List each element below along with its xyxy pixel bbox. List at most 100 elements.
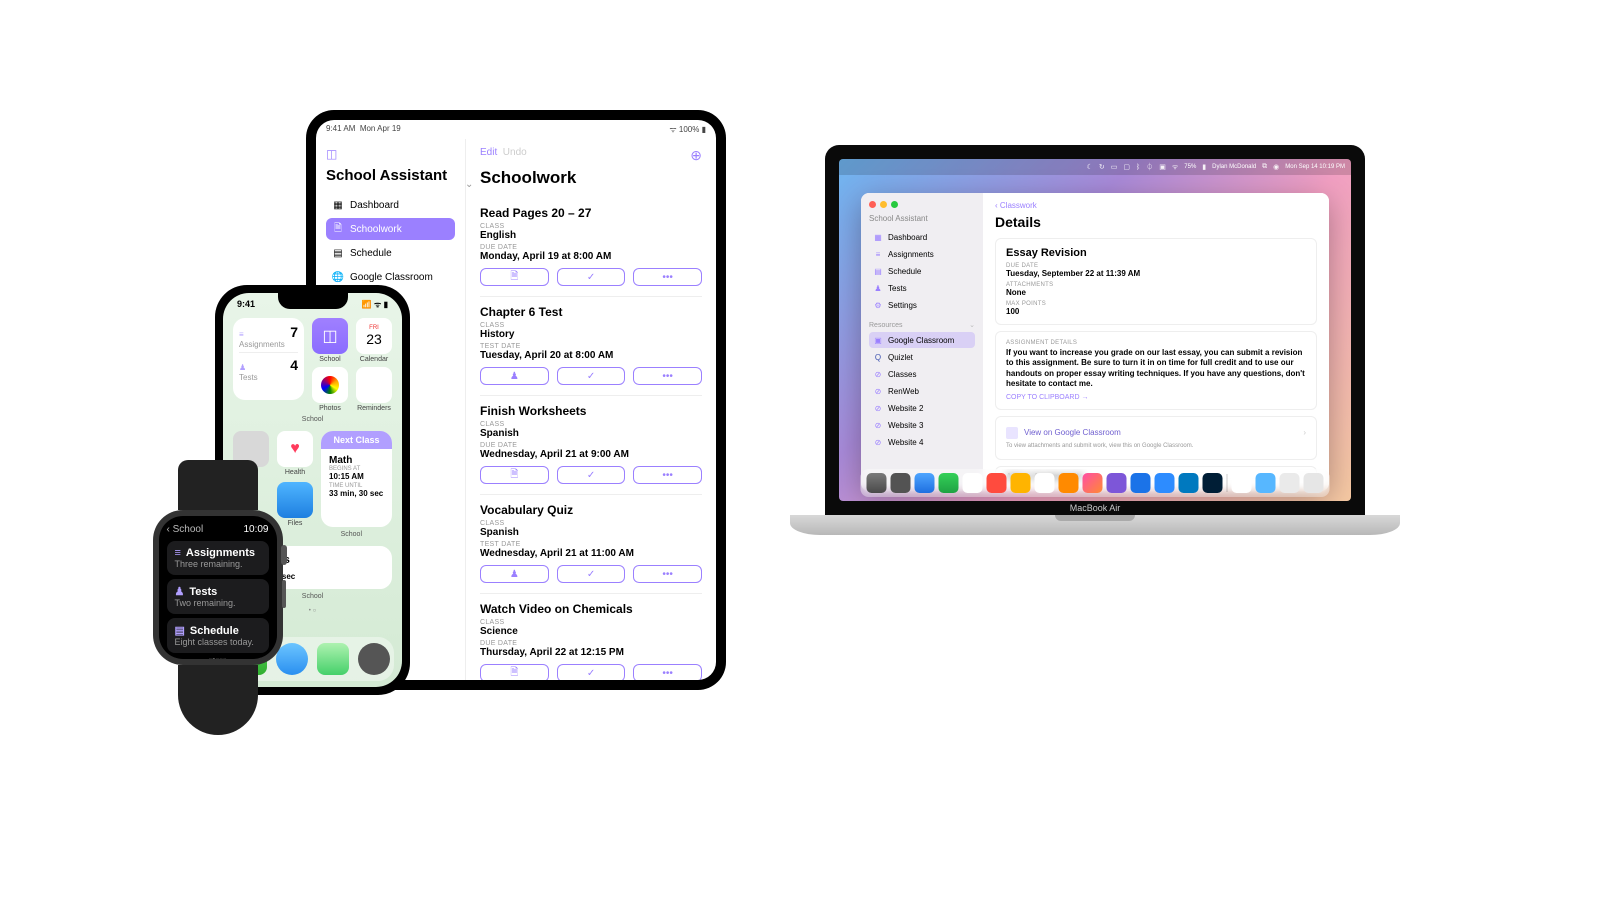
iphone-notch [278, 293, 348, 309]
ipad-app-title: School Assistant [326, 167, 455, 184]
mac-nav-schedule[interactable]: ▤Schedule [869, 263, 975, 279]
dock-app[interactable] [1035, 473, 1055, 493]
dock-app[interactable] [987, 473, 1007, 493]
task-more-button[interactable]: ••• [633, 466, 702, 484]
task-complete-button[interactable]: ✓ [557, 367, 626, 385]
task-title: Vocabulary Quiz [480, 503, 702, 517]
view-on-google-classroom[interactable]: View on Google Classroom › [1006, 423, 1306, 443]
mac-resource-renweb[interactable]: ⊘RenWeb [869, 383, 975, 399]
mac-app-title: School Assistant [869, 214, 975, 223]
calendar-app-icon[interactable]: FRI23 [356, 318, 392, 354]
mac-dock[interactable] [861, 469, 1330, 497]
task-complete-button[interactable]: ✓ [557, 664, 626, 680]
dock-safari[interactable] [915, 473, 935, 493]
battery-icon: ▮ [1202, 163, 1206, 171]
dock-app[interactable] [1280, 473, 1300, 493]
task-item[interactable]: Chapter 6 Test CLASS History TEST DATE T… [480, 296, 702, 395]
task-item[interactable]: Watch Video on Chemicals CLASS Science D… [480, 593, 702, 680]
dock-messages[interactable] [939, 473, 959, 493]
assignment-details-card: ASSIGNMENT DETAILS If you want to increa… [995, 331, 1317, 410]
photos-app-icon[interactable] [312, 367, 348, 403]
dock-app[interactable] [1131, 473, 1151, 493]
edit-button[interactable]: Edit [480, 147, 497, 158]
watch-item-assignments[interactable]: ≡AssignmentsThree remaining. [167, 541, 269, 575]
task-title: Read Pages 20 – 27 [480, 206, 702, 220]
add-button-icon[interactable]: ⊕ [690, 147, 702, 164]
ipad-main: ⌄ Edit Undo ⊕ Schoolwork Read Pages 20 –… [466, 139, 716, 680]
task-item[interactable]: Vocabulary Quiz CLASS Spanish TEST DATE … [480, 494, 702, 593]
window-controls[interactable] [869, 201, 975, 208]
mac-nav-settings[interactable]: ⚙Settings [869, 297, 975, 313]
calendar-icon: ▤ [332, 247, 344, 259]
macbook-device: ☾ ↻ ▭ ▢ ᛒ ⏀ ▣ ᯤ 75% ▮ Dylan McDonald ⧉ ◉… [790, 145, 1400, 695]
task-title: Chapter 6 Test [480, 305, 702, 319]
task-complete-button[interactable]: ✓ [557, 466, 626, 484]
breadcrumb[interactable]: ‹ Classwork [995, 201, 1317, 210]
task-complete-button[interactable]: ✓ [557, 565, 626, 583]
dock-xcode[interactable] [1107, 473, 1127, 493]
gear-icon: ⚙ [873, 300, 883, 310]
mac-sidebar: School Assistant ▦Dashboard≡Assignments▤… [861, 193, 983, 491]
task-due: Wednesday, April 21 at 11:00 AM [480, 548, 702, 559]
siri-icon: ◉ [1273, 163, 1279, 171]
chevron-down-icon[interactable]: ⌄ [969, 321, 975, 329]
assignment-details-text: If you want to increase you grade on our… [1006, 348, 1306, 390]
link-icon: ⊘ [873, 437, 883, 447]
watch-item-schedule[interactable]: ▤ScheduleEight classes today. [167, 618, 269, 653]
mac-user: Dylan McDonald [1212, 164, 1256, 170]
task-type-button[interactable]: 🗎 [480, 664, 549, 680]
sidebar-collapse-icon[interactable]: ◫ [326, 147, 337, 161]
task-item[interactable]: Read Pages 20 – 27 CLASS English DUE DAT… [480, 198, 702, 296]
mac-resource-google-classroom[interactable]: ▣Google Classroom [869, 332, 975, 348]
gc-hint: To view attachments and submit work, vie… [1006, 443, 1306, 453]
dock-settings-icon[interactable] [358, 643, 390, 675]
task-more-button[interactable]: ••• [633, 565, 702, 583]
task-type-button[interactable]: ♟ [480, 565, 549, 583]
dock-folder[interactable] [1232, 473, 1252, 493]
mac-nav-tests[interactable]: ♟Tests [869, 280, 975, 296]
task-type-button[interactable]: 🗎 [480, 466, 549, 484]
next-class-widget[interactable]: Next Class Math BEGINS AT 10:15 AM TIME … [321, 431, 392, 527]
dock-app[interactable] [1155, 473, 1175, 493]
watch-item-tests[interactable]: ♟TestsTwo remaining. [167, 579, 269, 614]
dock-app[interactable] [1083, 473, 1103, 493]
side-button[interactable] [282, 580, 286, 608]
digital-crown[interactable] [281, 545, 287, 565]
school-app-icon[interactable]: ◫ [312, 318, 348, 354]
task-complete-button[interactable]: ✓ [557, 268, 626, 286]
q-icon: Q [873, 352, 883, 362]
dock-photoshop[interactable] [1203, 473, 1223, 493]
dock-mail[interactable] [963, 473, 983, 493]
mac-nav-dashboard[interactable]: ▦Dashboard [869, 229, 975, 245]
ipad-nav-schedule[interactable]: ▤Schedule [326, 242, 455, 264]
ipad-nav-schoolwork[interactable]: 🗎Schoolwork [326, 218, 455, 240]
dock-app[interactable] [1011, 473, 1031, 493]
mac-nav-assignments[interactable]: ≡Assignments [869, 246, 975, 262]
dock-settings[interactable] [891, 473, 911, 493]
mac-resource-website-2[interactable]: ⊘Website 2 [869, 400, 975, 416]
dock-folder[interactable] [1256, 473, 1276, 493]
dock-trello[interactable] [1179, 473, 1199, 493]
mac-resource-classes[interactable]: ⊘Classes [869, 366, 975, 382]
dock-finder[interactable] [867, 473, 887, 493]
task-more-button[interactable]: ••• [633, 268, 702, 286]
dock-app[interactable] [1059, 473, 1079, 493]
reminders-app-icon[interactable] [356, 367, 392, 403]
mac-resource-quizlet[interactable]: QQuizlet [869, 349, 975, 365]
chevron-down-icon[interactable]: ⌄ [466, 179, 473, 190]
task-type-button[interactable]: 🗎 [480, 268, 549, 286]
mac-datetime: Mon Sep 14 10:19 PM [1285, 164, 1345, 170]
task-item[interactable]: Finish Worksheets CLASS Spanish DUE DATE… [480, 395, 702, 494]
mac-resource-website-3[interactable]: ⊘Website 3 [869, 417, 975, 433]
task-type-button[interactable]: ♟ [480, 367, 549, 385]
copy-clipboard-button[interactable]: COPY TO CLIPBOARD → [1006, 394, 1306, 401]
dock-trash[interactable] [1304, 473, 1324, 493]
watch-back-button[interactable]: ‹ School [167, 524, 204, 535]
task-more-button[interactable]: ••• [633, 664, 702, 680]
mac-resource-website-4[interactable]: ⊘Website 4 [869, 434, 975, 450]
list-icon: ≡ [175, 547, 181, 559]
dock-maps-icon[interactable] [317, 643, 349, 675]
school-summary-widget[interactable]: ≡7Assignments♟4Tests [233, 318, 304, 400]
task-more-button[interactable]: ••• [633, 367, 702, 385]
ipad-nav-dashboard[interactable]: ▦Dashboard [326, 194, 455, 216]
